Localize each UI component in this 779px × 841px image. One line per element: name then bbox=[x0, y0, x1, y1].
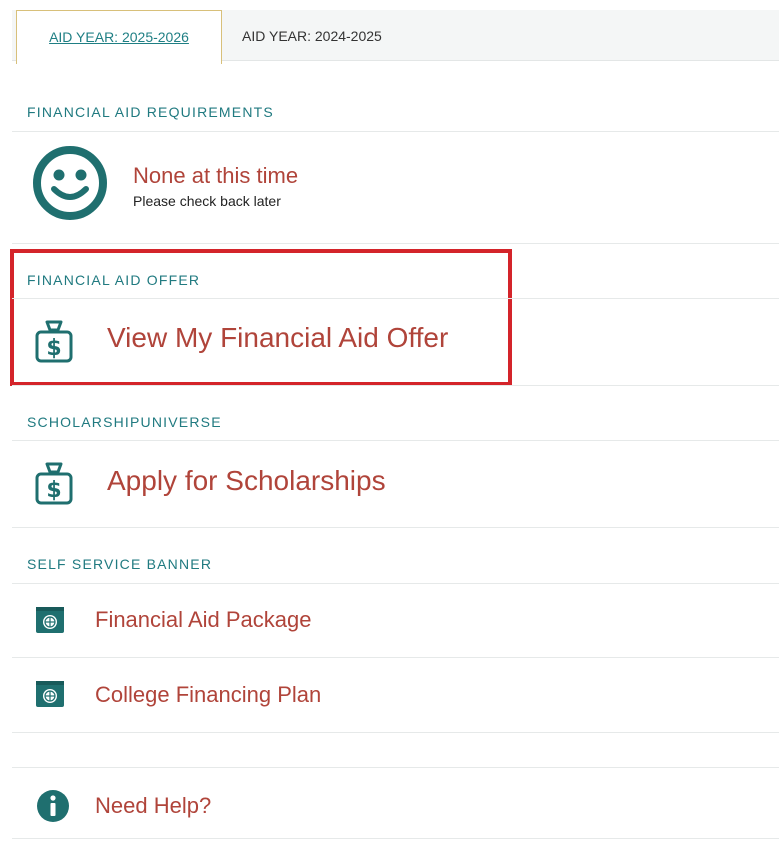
divider bbox=[12, 131, 779, 132]
view-financial-aid-offer-link[interactable]: View My Financial Aid Offer bbox=[107, 322, 448, 354]
financial-aid-package-link[interactable]: Financial Aid Package bbox=[95, 607, 311, 633]
college-financing-plan-link[interactable]: College Financing Plan bbox=[95, 682, 321, 708]
aid-year-tabbar: AID YEAR: 2025-2026 AID YEAR: 2024-2025 bbox=[12, 10, 779, 64]
divider bbox=[12, 298, 779, 299]
apply-for-scholarships-link[interactable]: Apply for Scholarships bbox=[107, 465, 386, 497]
self-service-heading: SELF SERVICE BANNER bbox=[27, 556, 213, 572]
divider bbox=[12, 440, 779, 441]
offer-heading: FINANCIAL AID OFFER bbox=[27, 272, 201, 288]
smiley-icon bbox=[33, 146, 107, 220]
divider bbox=[12, 657, 779, 658]
globe-window-icon bbox=[36, 607, 64, 633]
tab-aid-year-2024-2025[interactable]: AID YEAR: 2024-2025 bbox=[242, 10, 382, 60]
divider bbox=[12, 583, 779, 584]
svg-text:$: $ bbox=[46, 478, 61, 503]
tab-aid-year-2025-2026[interactable]: AID YEAR: 2025-2026 bbox=[16, 10, 222, 64]
divider bbox=[12, 527, 779, 528]
divider bbox=[12, 243, 779, 244]
requirements-status-title: None at this time bbox=[133, 163, 299, 188]
offer-highlight-box bbox=[10, 249, 512, 386]
requirements-heading: FINANCIAL AID REQUIREMENTS bbox=[27, 104, 274, 120]
need-help-link[interactable]: Need Help? bbox=[95, 793, 211, 819]
money-bag-icon: $ bbox=[35, 320, 73, 363]
globe-window-icon bbox=[36, 681, 64, 707]
divider bbox=[12, 385, 779, 386]
svg-text:$: $ bbox=[46, 336, 61, 361]
divider bbox=[12, 732, 779, 733]
requirements-status-subtitle: Please check back later bbox=[133, 193, 281, 209]
divider bbox=[12, 767, 779, 768]
divider bbox=[12, 838, 779, 839]
info-icon bbox=[37, 790, 69, 822]
scholarship-heading: SCHOLARSHIPUNIVERSE bbox=[27, 414, 222, 430]
money-bag-icon: $ bbox=[35, 462, 73, 505]
